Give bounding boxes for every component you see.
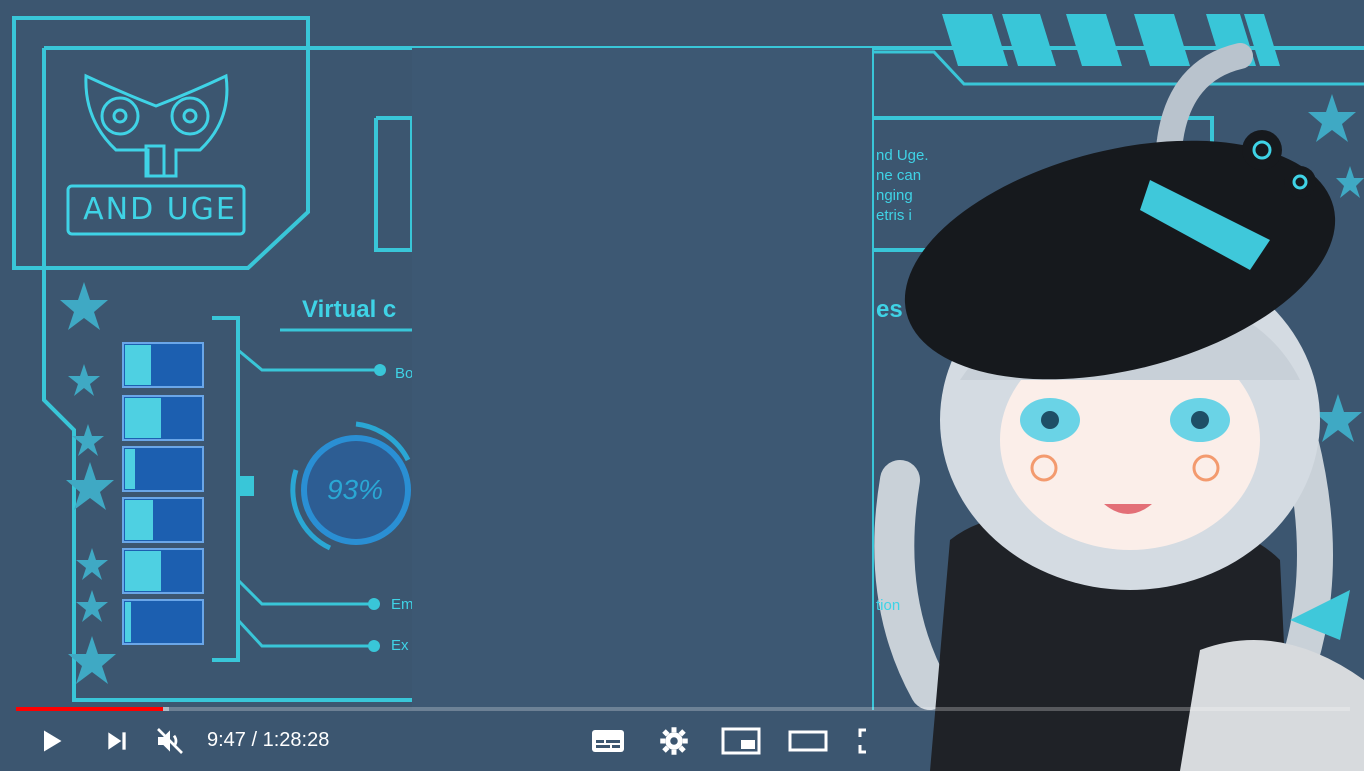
duration: 1:28:28 — [262, 729, 330, 751]
overlay-panel — [412, 48, 874, 710]
theater-mode-button[interactable] — [786, 722, 830, 760]
hud-right-line: ne can — [876, 167, 922, 184]
progress-bar[interactable] — [16, 707, 1350, 711]
hud-right-line: etris i — [876, 207, 912, 224]
level-meters — [122, 342, 204, 645]
miniplayer-button[interactable] — [718, 722, 764, 760]
time-display: 9:47 / 1:28:28 — [207, 729, 329, 752]
next-button[interactable] — [98, 722, 136, 760]
time-separator: / — [245, 729, 263, 751]
fullscreen-button[interactable] — [852, 722, 876, 760]
play-button[interactable] — [32, 722, 70, 760]
hud-right-line: nd Uge. — [876, 147, 929, 164]
settings-button[interactable] — [654, 722, 694, 760]
hud-label-ex: Ex — [391, 637, 409, 654]
hud-right-tab: es — [876, 296, 903, 323]
miniplayer-icon — [721, 727, 761, 755]
gear-icon — [660, 727, 688, 755]
fullscreen-icon — [858, 728, 866, 754]
subtitles-icon — [592, 730, 624, 752]
character-illustration — [874, 43, 1364, 771]
next-icon — [108, 732, 126, 750]
logo-text: AND UGE — [83, 192, 237, 227]
hud-label-em: Em — [391, 596, 414, 613]
gauge-value: 93% — [326, 474, 384, 505]
video-player[interactable]: AND UGE Virtual c Bo Em Ex 93% nd Uge. n… — [0, 0, 1364, 771]
theater-mode-icon — [788, 730, 828, 752]
subtitles-button[interactable] — [588, 722, 628, 760]
hud-virtual-label: Virtual c — [302, 296, 397, 323]
hud-right-line: nging — [876, 187, 913, 204]
mute-button[interactable] — [150, 722, 190, 760]
hud-right-small: tion — [876, 597, 901, 614]
play-icon — [44, 730, 62, 752]
current-time: 9:47 — [207, 729, 246, 751]
progress-played — [16, 707, 163, 711]
hud-label-bo: Bo — [395, 365, 414, 382]
volume-muted-icon — [157, 728, 183, 754]
